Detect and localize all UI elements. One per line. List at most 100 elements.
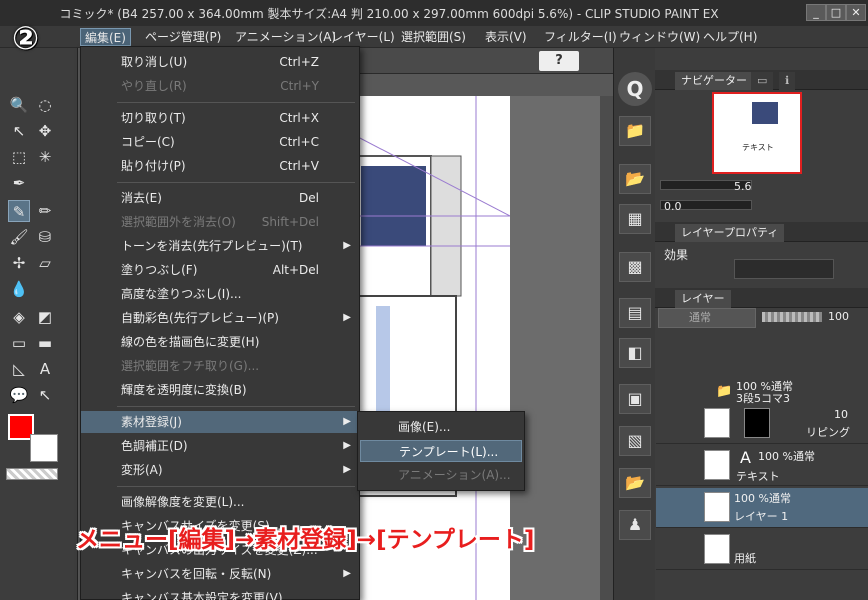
blend-icon[interactable]: 💧 [8,278,30,300]
selection-icon[interactable]: ⬚ [8,146,30,168]
pencil-icon[interactable]: ✏ [34,200,56,222]
menu-item-border-selection[interactable]: 選択範囲をフチ取り(G)... [81,355,359,377]
menu-item-image-resolution[interactable]: 画像解像度を変更(L)... [81,491,359,513]
character-icon[interactable]: ♟ [619,510,651,540]
lasso-icon[interactable]: ◌ [34,94,56,116]
layer-mode: 100 %通常 [734,492,791,505]
decoration-icon[interactable]: ✢ [8,252,30,274]
menu-item-advanced-fill[interactable]: 高度な塗りつぶし(I)... [81,283,359,305]
pattern-icon[interactable]: ▦ [619,204,651,234]
layer-row[interactable]: 100 %通常 テキスト A [656,446,868,486]
tone-icon[interactable]: ▩ [619,252,651,282]
layer-row[interactable]: 用紙 [656,530,868,570]
folder-open-icon[interactable]: 📂 [619,468,651,498]
balloon-icon[interactable]: 💬 [8,384,30,406]
shape-icon[interactable]: ▭ [8,332,30,354]
menu-item-tonal-correction[interactable]: 色調補正(D) ▶ [81,435,359,457]
ruler-icon[interactable]: ◺ [8,358,30,380]
menu-edit[interactable]: 編集(E) [80,28,131,46]
menu-item-label: 色調補正(D) [121,439,188,453]
close-button[interactable]: ✕ [846,4,866,21]
menu-item-line-color[interactable]: 線の色を描画色に変更(H) [81,331,359,353]
minimize-button[interactable]: _ [806,4,826,21]
menu-item-shortcut: Shift+Del [261,215,319,229]
tab-subview[interactable]: ▭ [751,72,774,90]
opacity-slider[interactable] [762,312,822,322]
menu-separator [117,182,355,183]
effect-label: 効果 [664,248,689,262]
edit-menu-dropdown: 取り消し(U) Ctrl+Z やり直し(R) Ctrl+Y 切り取り(T) Ct… [80,46,360,600]
blend-mode-select[interactable]: 通常 [658,308,756,328]
preview-panel-art [752,102,778,124]
zoom-tool-icon[interactable]: 🔍 [8,94,30,116]
layer-row[interactable]: リピング 10 [656,404,868,444]
menu-filter[interactable]: フィルター(I) [540,28,621,46]
menu-item-fill[interactable]: 塗りつぶし(F) Alt+Del [81,259,359,281]
help-icon[interactable]: ? [539,51,579,71]
menu-item-luminance-to-opacity[interactable]: 輝度を透明度に変換(B) [81,379,359,401]
frame-material-icon[interactable]: ▤ [619,298,651,328]
menu-item-auto-color[interactable]: 自動彩色(先行プレビュー)(P) ▶ [81,307,359,329]
maximize-button[interactable]: □ [826,4,846,21]
menu-window[interactable]: ウィンドウ(W) [615,28,704,46]
fill-icon[interactable]: ◈ [8,306,30,328]
menu-item-erase-tone[interactable]: トーンを消去(先行プレビュー)(T) ▶ [81,235,359,257]
menu-item-canvas-settings[interactable]: キャンバス基本設定を変更(V)... [81,587,359,600]
instruction-annotation: メニュー[編集]→素材登録]→[テンプレート] [76,527,535,553]
tab-layer-property[interactable]: レイヤープロパティ [675,224,785,242]
tab-layer[interactable]: レイヤー [675,290,731,308]
menu-item-rotate-canvas[interactable]: キャンバスを回転・反転(N) ▶ [81,563,359,585]
menu-separator [117,486,355,487]
menu-view[interactable]: 表示(V) [481,28,531,46]
transparent-color-swatch[interactable] [6,468,58,480]
wand-icon[interactable]: ✳ [34,146,56,168]
frame-icon[interactable]: ▬ [34,332,56,354]
menu-item-label: 自動彩色(先行プレビュー)(P) [121,311,279,325]
menu-animation[interactable]: アニメーション(A) [231,28,340,46]
sub-color-swatch[interactable] [30,434,58,462]
menu-item-redo[interactable]: やり直し(R) Ctrl+Y [81,75,359,97]
tab-navigator[interactable]: ナビゲーター [675,72,753,90]
3d-icon[interactable]: ◧ [619,338,651,368]
menu-item-clear[interactable]: 消去(E) Del [81,187,359,209]
menu-item-cut[interactable]: 切り取り(T) Ctrl+X [81,107,359,129]
layer-row-selected[interactable]: 100 %通常 レイヤー 1 [656,488,868,528]
menu-item-transform[interactable]: 変形(A) ▶ [81,459,359,481]
menu-item-label: 選択範囲外を消去(O) [121,215,236,229]
menu-item-undo[interactable]: 取り消し(U) Ctrl+Z [81,51,359,73]
text-icon[interactable]: A [34,358,56,380]
folder-download-icon[interactable]: 📂 [619,164,651,194]
eyedropper-icon[interactable]: ✒ [8,172,30,194]
menu-item-paste[interactable]: 貼り付け(P) Ctrl+V [81,155,359,177]
submenu-item-template[interactable]: テンプレート(L)... [360,440,522,462]
menu-layer[interactable]: レイヤー(L) [327,28,399,46]
menu-item-label: 塗りつぶし(F) [121,263,198,277]
gradient-icon[interactable]: ◩ [34,306,56,328]
folder-icon[interactable]: 📁 [619,116,651,146]
pen-icon[interactable]: ✎ [8,200,30,222]
menu-help[interactable]: ヘルプ(H) [699,28,761,46]
submenu-item-image[interactable]: 画像(E)... [360,416,522,438]
menu-item-copy[interactable]: コピー(C) Ctrl+C [81,131,359,153]
menu-item-label: 線の色を描画色に変更(H) [121,335,260,349]
object-tool-icon[interactable]: ↖ [8,120,30,142]
manga-material-icon[interactable]: ▧ [619,426,651,456]
menu-item-register-material[interactable]: 素材登録(J) ▶ [81,411,359,433]
vertical-scrollbar[interactable] [600,96,613,600]
eraser-icon[interactable]: ▱ [34,252,56,274]
tab-info[interactable]: ℹ [779,72,796,90]
correct-line-icon[interactable]: ↖ [34,384,56,406]
menu-selection[interactable]: 選択範囲(S) [397,28,470,46]
image-material-icon[interactable]: ▣ [619,384,651,414]
navigator-preview[interactable]: テキスト [712,92,802,174]
airbrush-icon[interactable]: ⛁ [34,226,56,248]
clip-studio-icon[interactable]: Q [618,72,652,106]
menu-item-clear-outside[interactable]: 選択範囲外を消去(O) Shift+Del [81,211,359,233]
effect-buttons[interactable] [734,259,834,279]
submenu-item-animation[interactable]: アニメーション(A)... [360,464,522,486]
menu-item-shortcut: Ctrl+C [279,135,319,149]
brush-icon[interactable]: 🖌 [8,226,30,248]
submenu-arrow-icon: ▶ [343,440,351,451]
menu-page[interactable]: ページ管理(P) [141,28,225,46]
move-icon[interactable]: ✥ [34,120,56,142]
